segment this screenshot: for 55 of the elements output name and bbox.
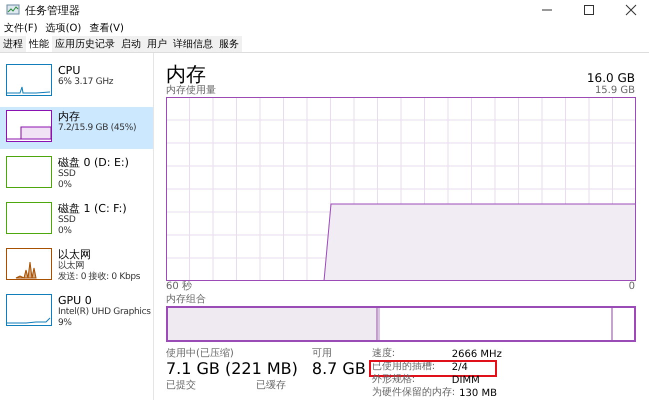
stat-label: 可用 (312, 348, 333, 360)
sidebar-item-name: CPU (58, 64, 82, 77)
stat-value: 8.7 GB (312, 360, 366, 378)
sidebar-item-name: GPU 0 (58, 294, 93, 307)
graph-label: 内存使用量 (166, 85, 216, 97)
sidebar-item[interactable]: 内存 7.2/15.9 GB (45%) (0, 107, 153, 149)
stat-label: 已缓存 (256, 380, 286, 392)
detail-label: 外形规格: (372, 374, 416, 386)
sidebar-item-detail: 0% (58, 226, 73, 237)
tab[interactable]: 启动 (118, 36, 144, 52)
sidebar-item-name: 以太网 (58, 248, 92, 261)
time-axis-label: 60 秒 (166, 281, 192, 293)
sidebar-item-detail: 7.2/15.9 GB (45%) (58, 123, 136, 134)
sidebar-item-detail: 0% (58, 180, 73, 191)
stat-label: 已提交 (166, 380, 196, 392)
sidebar-item-detail: 9% (58, 318, 73, 329)
sidebar-item-detail: 6% 3.17 GHz (58, 77, 114, 88)
sidebar-item-detail: 发送: 0 接收: 0 Kbps (58, 272, 140, 283)
sidebar-item[interactable]: 以太网 以太网 发送: 0 接收: 0 Kbps (0, 245, 153, 287)
menu-item[interactable]: 文件(F) (4, 21, 38, 35)
stat-value: 7.1 GB (221 MB) (166, 360, 298, 378)
sidebar-item[interactable]: CPU 6% 3.17 GHz (0, 61, 153, 103)
graph-max-label: 15.9 GB (594, 85, 635, 97)
sidebar-item[interactable]: 磁盘 1 (C: F:) SSD 0% (0, 199, 153, 241)
tab[interactable]: 用户 (144, 36, 170, 52)
tab[interactable]: 应用历史记录 (52, 36, 118, 52)
graph-label: 内存组合 (166, 294, 207, 306)
sidebar-item-name: 内存 (58, 110, 81, 123)
close-icon[interactable] (625, 4, 637, 16)
section-title: 内存 (166, 63, 206, 85)
menu-item[interactable]: 查看(V) (89, 21, 124, 35)
sidebar-item-detail: Intel(R) UHD Graphics (58, 307, 151, 318)
detail-label: 为硬件保留的内存: (372, 387, 456, 400)
sidebar-item-detail: 以太网 (58, 261, 86, 272)
stat-label: 使用中(已压缩) (166, 348, 235, 360)
detail-value: 2666 MHz (452, 348, 502, 361)
tab[interactable]: 服务 (216, 36, 242, 52)
detail-value: 130 MB (459, 387, 497, 400)
app-icon (6, 4, 20, 16)
detail-value: DIMM (452, 374, 480, 387)
detail-label: 速度: (372, 348, 396, 361)
detail-value: 2/4 (452, 361, 468, 374)
sidebar-item-detail: SSD (58, 169, 76, 180)
tab[interactable]: 进程 (0, 36, 26, 52)
sidebar-item-detail: SSD (58, 215, 76, 226)
maximize-icon[interactable] (583, 4, 595, 16)
sidebar-item[interactable]: GPU 0 Intel(R) UHD Graphics 9% (0, 291, 153, 333)
tab[interactable]: 详细信息 (170, 36, 216, 52)
sidebar-item-name: 磁盘 0 (D: E:) (58, 156, 129, 169)
sidebar-item[interactable]: 磁盘 0 (D: E:) SSD 0% (0, 153, 153, 195)
time-axis-label: 0 (628, 281, 635, 293)
menu-item[interactable]: 选项(O) (46, 21, 82, 35)
total-memory: 16.0 GB (586, 71, 635, 85)
window-title: 任务管理器 (25, 2, 81, 18)
sidebar-item-name: 磁盘 1 (C: F:) (58, 202, 127, 215)
